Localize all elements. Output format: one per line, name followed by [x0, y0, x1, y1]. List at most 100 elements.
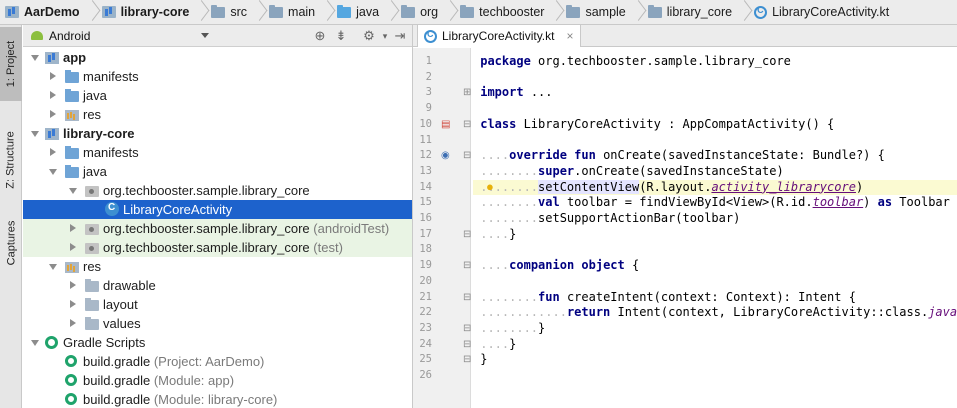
chevron-right-icon[interactable]: [50, 110, 56, 118]
chevron-down-icon[interactable]: [31, 131, 39, 137]
fold-icon[interactable]: ⊟: [463, 260, 471, 272]
line-number: 18: [419, 243, 432, 256]
tree-node-res[interactable]: res: [23, 105, 412, 124]
fold-icon[interactable]: ⊟: [463, 339, 471, 351]
chevron-down-icon[interactable]: ▾: [378, 29, 392, 43]
chevron-right-icon[interactable]: [50, 148, 56, 156]
fold-icon[interactable]: ⊟: [463, 119, 471, 131]
chevron-right-icon[interactable]: [70, 224, 76, 232]
code-line[interactable]: [473, 242, 957, 258]
chevron-down-icon[interactable]: [201, 33, 209, 38]
breadcrumb-item-sample[interactable]: sample: [564, 0, 645, 24]
fold-icon[interactable]: ⊟: [463, 229, 471, 241]
code-line[interactable]: ........super.onCreate(savedInstanceStat…: [473, 164, 957, 180]
chevron-down-icon[interactable]: [69, 188, 77, 194]
tree-label: org.techbooster.sample.library_core (tes…: [103, 240, 343, 255]
chevron-right-icon[interactable]: [70, 281, 76, 289]
package-icon: [85, 186, 99, 197]
folder-icon: [65, 165, 79, 178]
breadcrumb-item-library-core[interactable]: library-core: [100, 0, 210, 24]
chevron-down-icon[interactable]: [31, 55, 39, 61]
breadcrumb-item-main[interactable]: main: [267, 0, 335, 24]
code-line[interactable]: }: [473, 352, 957, 368]
tree-node-layout[interactable]: layout: [23, 295, 412, 314]
tree-node-library-core[interactable]: library-core: [23, 124, 412, 143]
code-line[interactable]: ........setSupportActionBar(toolbar): [473, 211, 957, 227]
code-line[interactable]: [473, 133, 957, 149]
breadcrumb-item-org[interactable]: org: [399, 0, 458, 24]
lightbulb-icon[interactable]: ●: [486, 180, 494, 193]
fold-icon[interactable]: ⊟: [463, 354, 471, 366]
breadcrumb-item-java[interactable]: java: [335, 0, 399, 24]
tree-node-gradle-scripts[interactable]: Gradle Scripts: [23, 333, 412, 352]
close-icon[interactable]: ×: [566, 29, 573, 43]
chevron-right-icon[interactable]: [50, 91, 56, 99]
tree-node-app[interactable]: app: [23, 48, 412, 67]
chevron-right-icon[interactable]: [50, 72, 56, 80]
tree-node-res[interactable]: res: [23, 257, 412, 276]
breadcrumb-item-aardemo[interactable]: AarDemo: [3, 0, 100, 24]
breadcrumb-item-techbooster[interactable]: techbooster: [458, 0, 564, 24]
chevron-right-icon: [444, 0, 454, 24]
tree-node-values[interactable]: values: [23, 314, 412, 333]
module-icon: [5, 6, 19, 18]
code-line[interactable]: ........val toolbar = findViewById<View>…: [473, 195, 957, 211]
tree-node-build-gradle-library-core[interactable]: build.gradle (Module: library-core): [23, 390, 412, 408]
code-area[interactable]: package org.techbooster.sample.library_c…: [473, 48, 957, 408]
code-line[interactable]: [473, 70, 957, 86]
view-mode-select[interactable]: Android: [49, 29, 90, 43]
code-line[interactable]: ....companion object {: [473, 258, 957, 274]
breadcrumb-label: AarDemo: [24, 5, 80, 19]
chevron-right-icon[interactable]: [70, 319, 76, 327]
line-number: 1: [425, 55, 432, 67]
tab-captures[interactable]: Captures: [0, 213, 22, 273]
code-line[interactable]: ............return Intent(context, Libra…: [473, 305, 957, 321]
breadcrumb-item-file[interactable]: LibraryCoreActivity.kt: [752, 0, 893, 24]
code-line[interactable]: [473, 274, 957, 290]
gear-icon[interactable]: ⚙: [362, 29, 376, 43]
breadcrumb-item-src[interactable]: src: [209, 0, 267, 24]
scroll-from-source-icon[interactable]: ⊕: [313, 29, 327, 43]
fold-icon[interactable]: ⊞: [463, 87, 471, 99]
tree-node-package-android-test[interactable]: org.techbooster.sample.library_core (and…: [23, 219, 412, 238]
run-icon[interactable]: ▤: [441, 119, 450, 131]
override-icon[interactable]: ◉: [441, 150, 450, 162]
tab-structure[interactable]: Z: Structure: [0, 117, 22, 203]
tree-node-build-gradle-app[interactable]: build.gradle (Module: app): [23, 371, 412, 390]
collapse-all-icon[interactable]: ⇟: [334, 29, 348, 43]
line-number: 3: [425, 86, 432, 99]
tree-node-drawable[interactable]: drawable: [23, 276, 412, 295]
code-line[interactable]: import ...: [473, 85, 957, 101]
tab-library-core-activity[interactable]: LibraryCoreActivity.kt ×: [417, 25, 582, 47]
chevron-down-icon[interactable]: [49, 169, 57, 175]
fold-icon[interactable]: ⊟: [463, 323, 471, 335]
code-line[interactable]: ........fun createIntent(context: Contex…: [473, 290, 957, 306]
chevron-down-icon[interactable]: [31, 340, 39, 346]
code-line[interactable]: [473, 368, 957, 384]
tree-node-library-core-activity[interactable]: LibraryCoreActivity: [23, 200, 412, 219]
fold-icon[interactable]: ⊟: [463, 292, 471, 304]
tree-node-build-gradle-project[interactable]: build.gradle (Project: AarDemo): [23, 352, 412, 371]
code-line[interactable]: class LibraryCoreActivity : AppCompatAct…: [473, 117, 957, 133]
breadcrumb-item-library-core-pkg[interactable]: library_core: [646, 0, 752, 24]
chevron-down-icon[interactable]: [49, 264, 57, 270]
code-line[interactable]: [473, 101, 957, 117]
tree-node-package[interactable]: org.techbooster.sample.library_core: [23, 181, 412, 200]
tree-node-java[interactable]: java: [23, 162, 412, 181]
chevron-right-icon: [738, 0, 748, 24]
hide-panel-icon[interactable]: ⇥: [393, 29, 407, 43]
tree-node-package-test[interactable]: org.techbooster.sample.library_core (tes…: [23, 238, 412, 257]
code-line[interactable]: ....override fun onCreate(savedInstanceS…: [473, 148, 957, 164]
code-line[interactable]: ........}: [473, 321, 957, 337]
code-line[interactable]: ....}: [473, 337, 957, 353]
tab-project[interactable]: 1: Project: [0, 27, 22, 101]
chevron-right-icon[interactable]: [70, 243, 76, 251]
chevron-right-icon[interactable]: [70, 300, 76, 308]
tree-node-java[interactable]: java: [23, 86, 412, 105]
fold-icon[interactable]: ⊟: [463, 150, 471, 162]
code-line[interactable]: ........setContentView(R.layout.activity…: [473, 179, 957, 196]
code-line[interactable]: ....}: [473, 227, 957, 243]
code-line[interactable]: package org.techbooster.sample.library_c…: [473, 54, 957, 70]
tree-node-manifests[interactable]: manifests: [23, 67, 412, 86]
tree-node-manifests[interactable]: manifests: [23, 143, 412, 162]
